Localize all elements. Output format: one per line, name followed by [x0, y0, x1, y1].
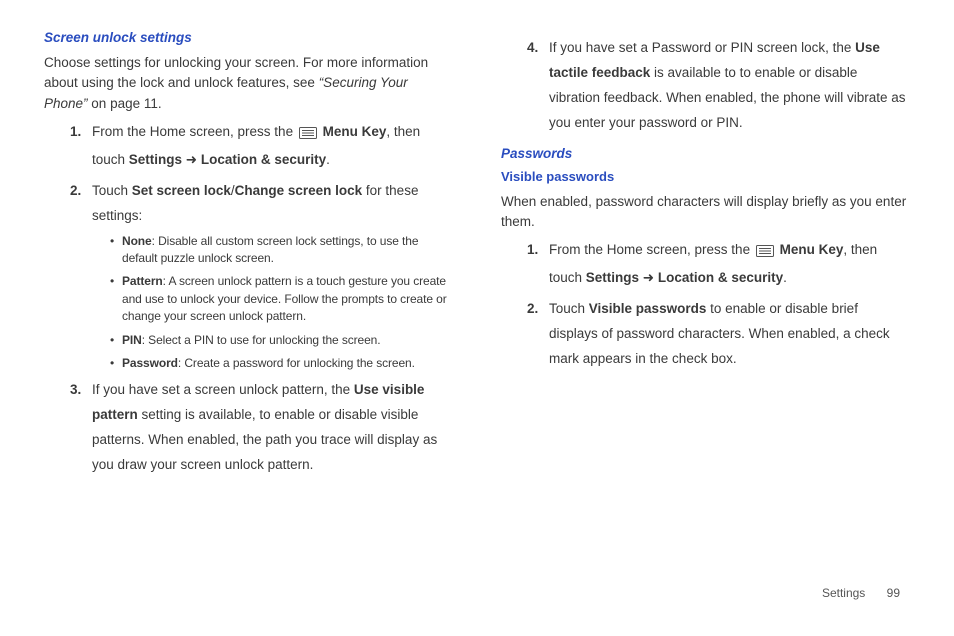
text: Touch: [549, 301, 589, 316]
text: From the Home screen, press the: [549, 242, 754, 257]
bold: Settings: [586, 270, 639, 285]
right-step-2: Touch Visible passwords to enable or dis…: [527, 297, 910, 372]
text: .: [783, 270, 787, 285]
right-step-4: If you have set a Password or PIN screen…: [527, 36, 910, 136]
heading-screen-unlock: Screen unlock settings: [44, 30, 453, 45]
intro-text-2: on page 11.: [88, 96, 162, 111]
left-column: Screen unlock settings Choose settings f…: [44, 30, 477, 484]
right-intro: When enabled, password characters will d…: [501, 192, 910, 233]
page: Screen unlock settings Choose settings f…: [0, 0, 954, 484]
text: Touch: [92, 183, 132, 198]
bold: Change screen lock: [235, 183, 363, 198]
left-step-1: From the Home screen, press the Menu Key…: [70, 120, 453, 173]
bullet-pattern: Pattern: A screen unlock pattern is a to…: [110, 273, 453, 325]
text: setting is available, to enable or disab…: [92, 407, 437, 472]
page-footer: Settings 99: [822, 586, 900, 600]
bold: None: [122, 234, 152, 248]
right-step-1: From the Home screen, press the Menu Key…: [527, 238, 910, 291]
text: .: [326, 152, 330, 167]
left-bullets: None: Disable all custom screen lock set…: [92, 233, 453, 373]
menu-key-icon: [756, 241, 774, 266]
bold: Menu Key: [780, 242, 844, 257]
text: If you have set a Password or PIN screen…: [549, 40, 855, 55]
text: From the Home screen, press the: [92, 124, 297, 139]
bold: Menu Key: [323, 124, 387, 139]
text: If you have set a screen unlock pattern,…: [92, 382, 354, 397]
menu-key-icon: [299, 123, 317, 148]
bullet-password: Password: Create a password for unlockin…: [110, 355, 453, 372]
heading-passwords: Passwords: [501, 146, 910, 161]
bullet-pin: PIN: Select a PIN to use for unlocking t…: [110, 332, 453, 349]
text: : Select a PIN to use for unlocking the …: [142, 333, 381, 347]
text: : Disable all custom screen lock setting…: [122, 234, 418, 265]
bold: Visible passwords: [589, 301, 707, 316]
right-steps-cont: If you have set a Password or PIN screen…: [501, 36, 910, 136]
footer-page-number: 99: [887, 586, 900, 600]
bold: Set screen lock: [132, 183, 231, 198]
text: : Create a password for unlocking the sc…: [178, 356, 415, 370]
bold: Password: [122, 356, 178, 370]
bullet-none: None: Disable all custom screen lock set…: [110, 233, 453, 268]
left-steps: From the Home screen, press the Menu Key…: [44, 120, 453, 478]
intro-paragraph: Choose settings for unlocking your scree…: [44, 53, 453, 114]
bold: Pattern: [122, 274, 163, 288]
bold: Location & security: [658, 270, 783, 285]
right-steps: From the Home screen, press the Menu Key…: [501, 238, 910, 372]
heading-visible-passwords: Visible passwords: [501, 169, 910, 184]
footer-section: Settings: [822, 586, 865, 600]
bold: PIN: [122, 333, 142, 347]
bold: Settings: [129, 152, 182, 167]
text: : A screen unlock pattern is a touch ges…: [122, 274, 447, 323]
left-step-2: Touch Set screen lock/Change screen lock…: [70, 179, 453, 373]
bold: Location & security: [201, 152, 326, 167]
left-step-3: If you have set a screen unlock pattern,…: [70, 378, 453, 478]
arrow: ➜: [639, 270, 658, 285]
arrow: ➜: [182, 152, 201, 167]
right-column: If you have set a Password or PIN screen…: [477, 30, 910, 484]
